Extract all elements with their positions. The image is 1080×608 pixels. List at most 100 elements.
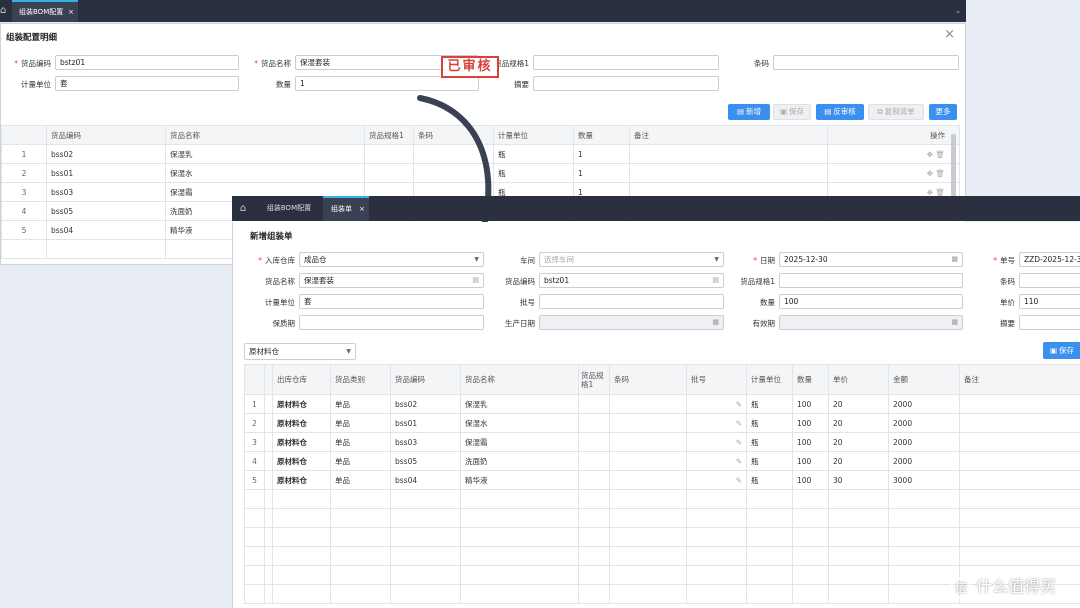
barcode-field[interactable]: [1019, 273, 1080, 288]
table-cell[interactable]: 20: [828, 394, 889, 414]
table-cell[interactable]: 瓶: [746, 470, 793, 490]
close-icon[interactable]: ×: [944, 27, 955, 42]
spec-field[interactable]: [533, 55, 719, 70]
table-row[interactable]: 5 原材料仓 单品 bss04 精华液 ✎ 瓶 100 30 3000: [244, 470, 1080, 490]
table-cell[interactable]: 2000: [888, 413, 960, 433]
save-button[interactable]: ▣ 保存: [1043, 342, 1080, 359]
edit-icon[interactable]: ✎: [736, 438, 742, 447]
product-name-field[interactable]: 保湿套装 ▤: [299, 273, 484, 288]
tab-bom-config[interactable]: 组装BOM配置: [256, 196, 322, 221]
unit-field[interactable]: 套: [55, 76, 239, 91]
table-cell[interactable]: bss02: [390, 394, 461, 414]
raw-warehouse-select[interactable]: 原材料仓 ▼: [244, 343, 356, 360]
spec-field[interactable]: [779, 273, 963, 288]
edit-icon[interactable]: ✎: [736, 457, 742, 466]
picker-icon[interactable]: ▤: [472, 274, 479, 287]
table-row[interactable]: 4 原材料仓 单品 bss05 洗面奶 ✎ 瓶 100 20 2000: [244, 451, 1080, 471]
batch-cell[interactable]: ✎: [686, 432, 747, 452]
table-cell[interactable]: 单品: [330, 413, 391, 433]
table-cell[interactable]: 瓶: [746, 394, 793, 414]
summary-field[interactable]: [1019, 315, 1080, 330]
unit-field[interactable]: 套: [299, 294, 484, 309]
table-cell[interactable]: 100: [792, 470, 829, 490]
table-cell[interactable]: bss04: [390, 470, 461, 490]
table-cell[interactable]: 2000: [888, 432, 960, 452]
tab-bom-config[interactable]: 组装BOM配置 ×: [12, 0, 78, 22]
chevron-down-icon[interactable]: ⌄: [950, 0, 966, 22]
table-cell[interactable]: bss03: [390, 432, 461, 452]
edit-icon[interactable]: ✎: [736, 400, 742, 409]
table-cell[interactable]: [609, 470, 687, 490]
table-cell[interactable]: 100: [792, 394, 829, 414]
table-cell[interactable]: 100: [792, 451, 829, 471]
qty-field[interactable]: 100: [779, 294, 963, 309]
table-cell[interactable]: [959, 470, 1080, 490]
product-code-field[interactable]: bstz01 ▤: [539, 273, 724, 288]
table-cell[interactable]: 单品: [330, 432, 391, 452]
delete-icon[interactable]: 🗑: [935, 150, 945, 159]
table-cell[interactable]: 100: [792, 432, 829, 452]
table-cell[interactable]: [578, 451, 610, 471]
delete-icon[interactable]: 🗑: [935, 169, 945, 178]
table-cell[interactable]: 精华液: [460, 470, 579, 490]
batch-cell[interactable]: ✎: [686, 413, 747, 433]
table-cell[interactable]: 20: [828, 413, 889, 433]
batch-cell[interactable]: ✎: [686, 394, 747, 414]
table-cell[interactable]: 保湿水: [460, 413, 579, 433]
table-cell[interactable]: 3000: [888, 470, 960, 490]
table-cell[interactable]: 保湿霜: [460, 432, 579, 452]
table-row[interactable]: 3 原材料仓 单品 bss03 保湿霜 ✎ 瓶 100 20 2000: [244, 432, 1080, 452]
calendar-icon[interactable]: ▦: [951, 253, 958, 266]
table-cell[interactable]: [609, 451, 687, 471]
table-cell[interactable]: 2000: [888, 394, 960, 414]
table-cell[interactable]: 单品: [330, 394, 391, 414]
table-cell[interactable]: bss01: [390, 413, 461, 433]
table-cell[interactable]: [578, 470, 610, 490]
workshop-select[interactable]: 选择车间 ▼: [539, 252, 724, 267]
batch-cell[interactable]: ✎: [686, 451, 747, 471]
date-field[interactable]: 2025-12-30 ▦: [779, 252, 963, 267]
table-cell[interactable]: 原材料仓: [272, 432, 331, 452]
close-tab-icon[interactable]: ×: [359, 198, 365, 221]
edit-icon[interactable]: ✎: [736, 476, 742, 485]
save-button[interactable]: ▣ 保存: [773, 104, 811, 120]
table-cell[interactable]: 瓶: [746, 432, 793, 452]
barcode-field[interactable]: [773, 55, 959, 70]
table-cell[interactable]: [609, 413, 687, 433]
table-cell[interactable]: 原材料仓: [272, 470, 331, 490]
table-cell[interactable]: 瓶: [746, 451, 793, 471]
home-icon[interactable]: ⌂: [0, 0, 12, 22]
table-row[interactable]: 1 原材料仓 单品 bss02 保湿乳 ✎ 瓶 100 20 2000: [244, 394, 1080, 414]
add-button[interactable]: ▤ 新增: [728, 104, 770, 120]
more-button[interactable]: 更多: [929, 104, 957, 120]
unaudit-button[interactable]: ▤ 反审核: [816, 104, 864, 120]
table-cell[interactable]: [578, 432, 610, 452]
table-cell[interactable]: 原材料仓: [272, 413, 331, 433]
table-cell[interactable]: [609, 394, 687, 414]
scrollbar[interactable]: [951, 134, 956, 204]
table-cell[interactable]: 100: [792, 413, 829, 433]
table-cell[interactable]: bss05: [390, 451, 461, 471]
summary-field[interactable]: [533, 76, 719, 91]
product-code-field[interactable]: bstz01: [55, 55, 239, 70]
table-row[interactable]: 2 原材料仓 单品 bss01 保湿水 ✎ 瓶 100 20 2000: [244, 413, 1080, 433]
copy-list-button[interactable]: ⧉ 复制清单: [868, 104, 924, 120]
table-cell[interactable]: 2000: [888, 451, 960, 471]
tab-assembly-order[interactable]: 组装单 ×: [323, 196, 369, 221]
table-cell[interactable]: [959, 432, 1080, 452]
close-tab-icon[interactable]: ×: [68, 2, 74, 22]
table-cell[interactable]: 单品: [330, 470, 391, 490]
table-cell[interactable]: [578, 394, 610, 414]
table-cell[interactable]: 20: [828, 432, 889, 452]
edit-icon[interactable]: ✎: [736, 419, 742, 428]
table-cell[interactable]: [959, 394, 1080, 414]
home-icon[interactable]: ⌂: [232, 196, 254, 221]
table-cell[interactable]: 原材料仓: [272, 394, 331, 414]
order-no-field[interactable]: ZZD-2025-12-30: [1019, 252, 1080, 267]
table-cell[interactable]: 瓶: [746, 413, 793, 433]
batch-cell[interactable]: ✎: [686, 470, 747, 490]
table-cell[interactable]: [578, 413, 610, 433]
batch-field[interactable]: [539, 294, 724, 309]
table-cell[interactable]: 单品: [330, 451, 391, 471]
table-cell[interactable]: 洗面奶: [460, 451, 579, 471]
